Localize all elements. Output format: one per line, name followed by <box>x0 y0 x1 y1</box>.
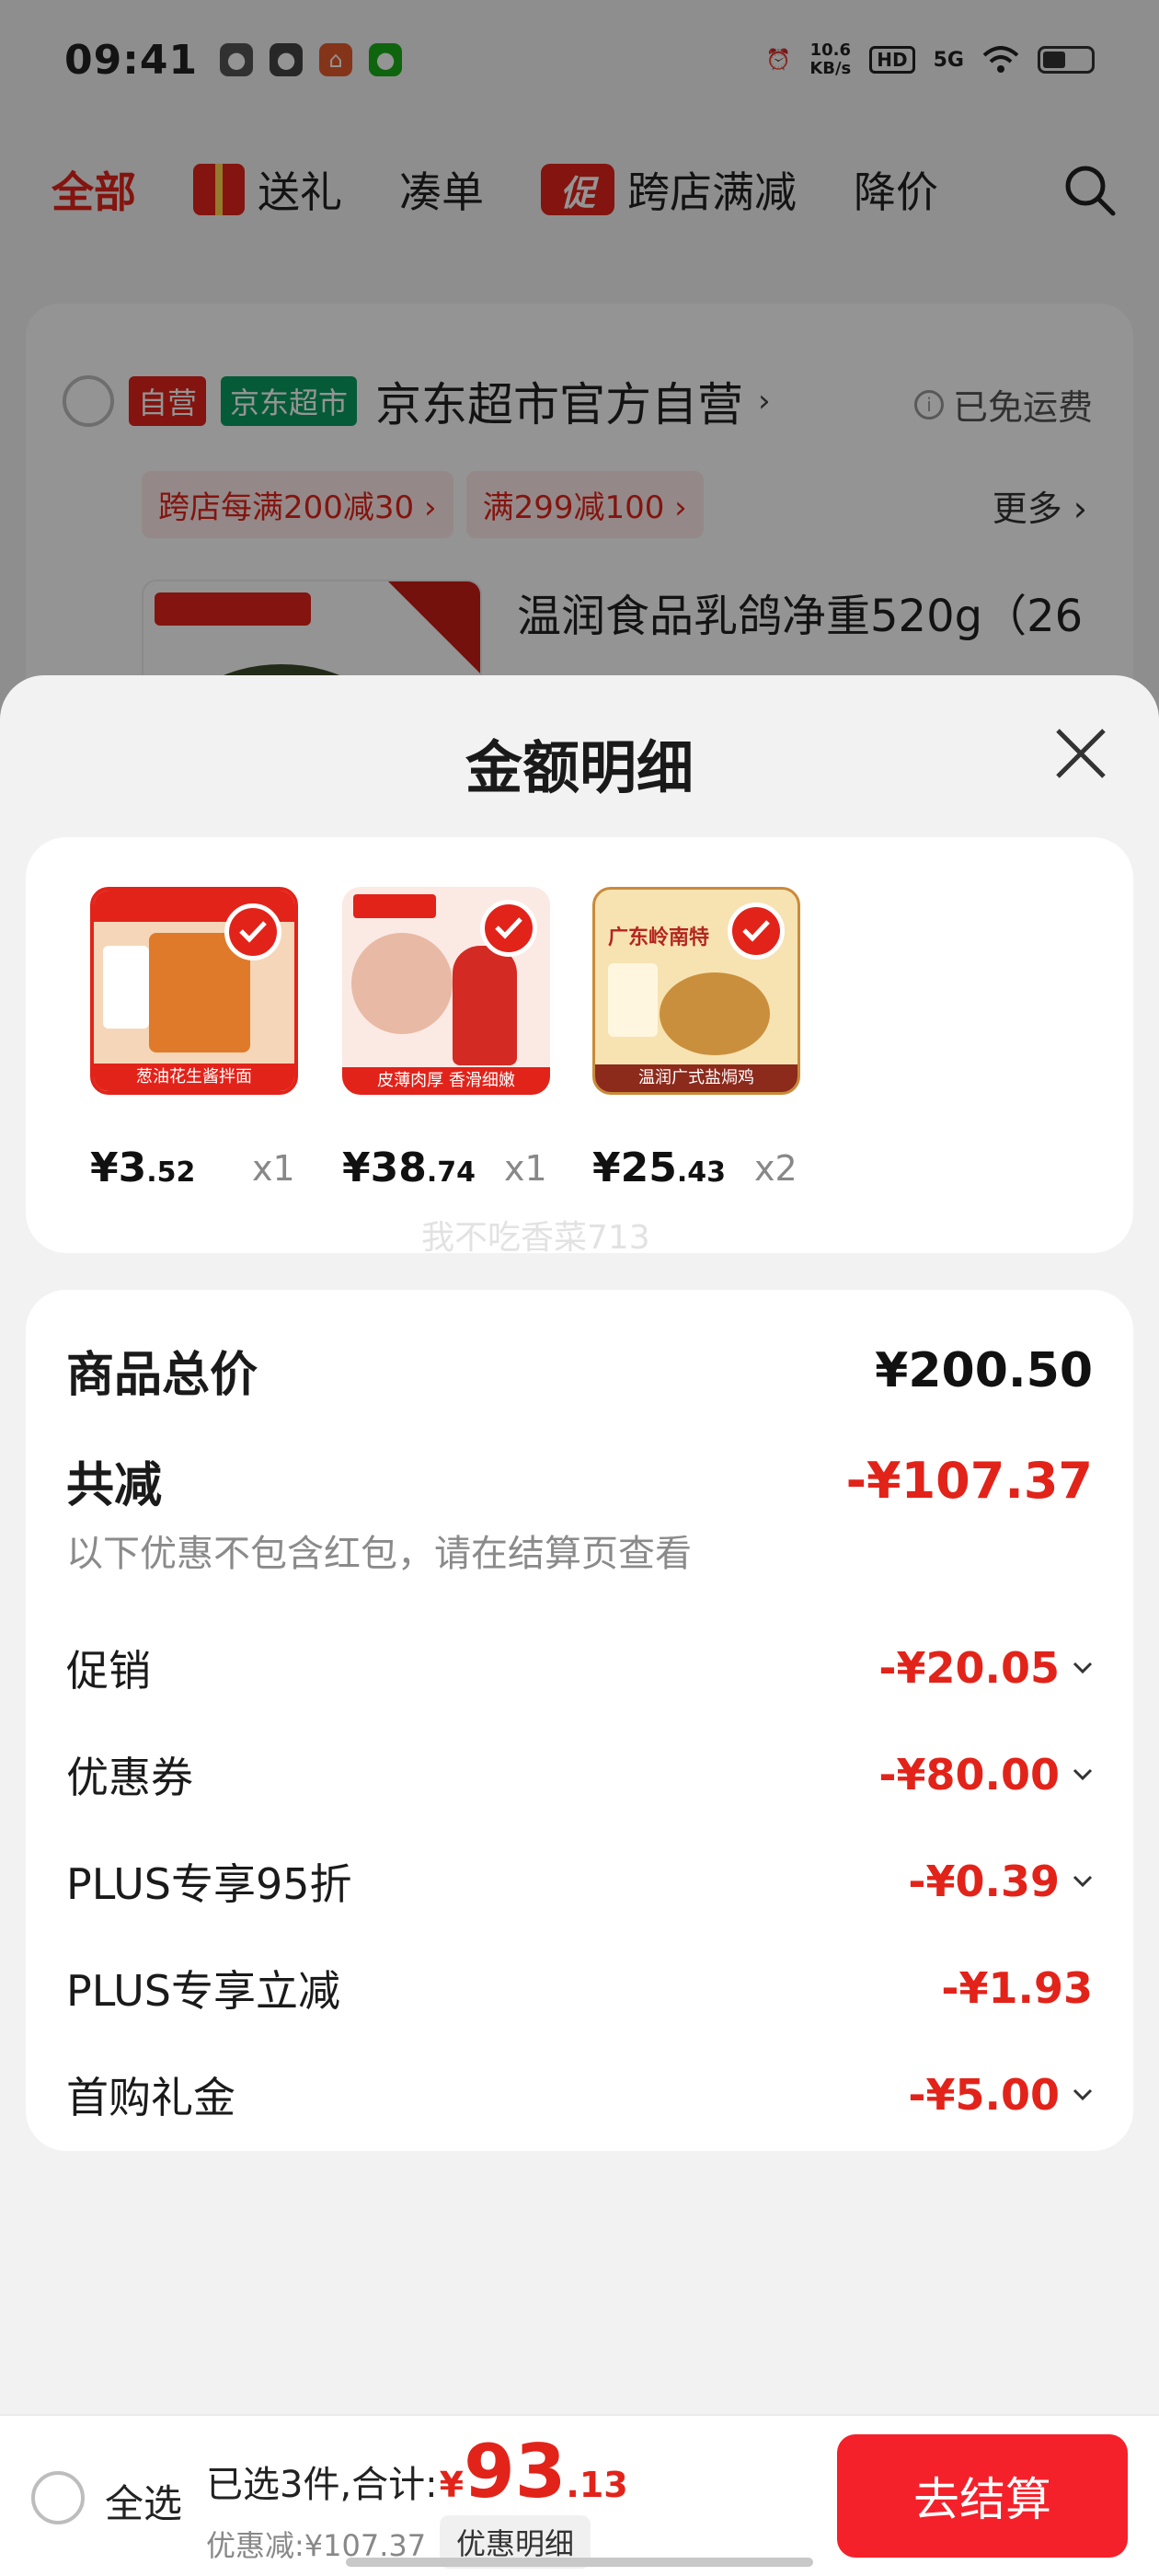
reduction-note: 以下优惠不包含红包，请在结算页查看 <box>66 1533 692 1575</box>
checked-icon <box>224 903 281 960</box>
discount-row-coupon[interactable]: 优惠券 -¥80.00 <box>66 1744 1093 1805</box>
discount-value: -¥80.00 <box>878 1750 1093 1800</box>
discount-row-first-purchase[interactable]: 首购礼金 -¥5.00 <box>66 2064 1093 2125</box>
product-item[interactable]: 葱油花生酱拌面 ¥3.52 x1 <box>90 887 339 1191</box>
total-reduction-value: -¥107.37 <box>845 1452 1093 1510</box>
pigeon-image <box>351 933 453 1034</box>
discount-amount: -¥1.93 <box>941 1963 1093 2013</box>
discount-label: 首购礼金 <box>66 2073 235 2122</box>
price-dec: .74 <box>426 1156 476 1189</box>
goods-total-value: ¥200.50 <box>875 1342 1093 1398</box>
chevron-down-icon <box>1073 1662 1093 1674</box>
price-int: ¥3 <box>90 1144 147 1191</box>
watermark: 我不吃香菜713 <box>421 1219 650 1257</box>
price-int: ¥38 <box>342 1144 427 1191</box>
discount-amount: -¥20.05 <box>878 1643 1060 1693</box>
price-dec: .52 <box>146 1156 196 1189</box>
label-panel <box>103 946 149 1029</box>
selected-count-text: 已选3件,合计: <box>206 2464 438 2506</box>
image-caption: 葱油花生酱拌面 <box>94 1064 294 1091</box>
price-dec: .43 <box>676 1156 727 1189</box>
selected-products: 葱油花生酱拌面 ¥3.52 x1 皮薄肉厚 香滑细嫩 ¥38.74 x1 广东岭… <box>26 837 1133 1253</box>
select-all-radio[interactable] <box>31 2471 85 2524</box>
brand-logo <box>353 894 436 918</box>
product-qty: x2 <box>754 1148 798 1189</box>
price-int: ¥25 <box>592 1144 677 1191</box>
checkout-bar: 全选 已选3件,合计: ¥ 93 .13 优惠减:¥107.37 优惠明细 去结… <box>0 2414 1159 2576</box>
sheet-title: 金额明细 <box>465 734 694 801</box>
discount-label: 优惠券 <box>66 1753 193 1802</box>
discount-label: PLUS专享立减 <box>66 1966 340 2016</box>
checked-icon <box>480 900 537 957</box>
goods-total-row: 商品总价 ¥200.50 <box>66 1336 1093 1405</box>
amount-breakdown: 商品总价 ¥200.50 共减 -¥107.37 以下优惠不包含红包，请在结算页… <box>26 1290 1133 2151</box>
selected-total: 已选3件,合计: ¥ 93 .13 <box>206 2429 628 2514</box>
select-all-label[interactable]: 全选 <box>105 2473 182 2529</box>
product-qty: x1 <box>504 1148 547 1189</box>
discount-value: -¥5.00 <box>908 2070 1093 2120</box>
discount-value: -¥0.39 <box>908 1857 1093 1906</box>
close-icon[interactable] <box>1049 721 1113 786</box>
discount-value: -¥1.93 <box>941 1963 1093 2013</box>
discount-row-plus-95[interactable]: PLUS专享95折 -¥0.39 <box>66 1851 1093 1912</box>
home-indicator[interactable] <box>346 2558 813 2567</box>
total-int: 93 <box>464 2429 567 2514</box>
checked-icon <box>728 903 785 960</box>
total-currency: ¥ <box>439 2465 465 2505</box>
total-reduction-label: 共减 <box>66 1458 163 1513</box>
product-item[interactable]: 广东岭南特 温润广式盐焗鸡 ¥25.43 x2 <box>592 887 841 1191</box>
product-price: ¥3.52 <box>90 1144 195 1191</box>
discount-value: -¥20.05 <box>878 1643 1093 1693</box>
discount-amount: -¥5.00 <box>908 2070 1060 2120</box>
image-caption: 温润广式盐焗鸡 <box>595 1064 798 1092</box>
amount-detail-sheet: 金额明细 葱油花生酱拌面 ¥3.52 x1 皮薄肉厚 香滑细嫩 ¥38.74 x… <box>0 675 1159 2576</box>
product-qty: x1 <box>252 1148 295 1189</box>
image-caption: 皮薄肉厚 香滑细嫩 <box>342 1067 550 1095</box>
product-price: ¥25.43 <box>592 1144 726 1191</box>
label-panel <box>608 963 658 1037</box>
checkout-button[interactable]: 去结算 <box>837 2434 1128 2558</box>
total-dec: .13 <box>566 2465 628 2505</box>
discount-row-plus-instant: PLUS专享立减 -¥1.93 <box>66 1958 1093 2018</box>
chevron-down-icon <box>1073 2088 1093 2101</box>
total-reduction-row: 共减 -¥107.37 <box>66 1446 1093 1515</box>
discount-row-promotion[interactable]: 促销 -¥20.05 <box>66 1638 1093 1698</box>
goods-total-label: 商品总价 <box>66 1348 258 1403</box>
chevron-down-icon <box>1073 1768 1093 1781</box>
discount-amount: -¥0.39 <box>908 1857 1060 1906</box>
product-image: 葱油花生酱拌面 <box>90 887 298 1095</box>
product-image: 广东岭南特 温润广式盐焗鸡 <box>592 887 800 1095</box>
chevron-down-icon <box>1073 1875 1093 1888</box>
chicken-image <box>660 972 770 1055</box>
product-image: 皮薄肉厚 香滑细嫩 <box>342 887 550 1095</box>
spokesperson-image <box>453 946 517 1065</box>
discount-amount: -¥80.00 <box>878 1750 1060 1800</box>
product-item[interactable]: 皮薄肉厚 香滑细嫩 ¥38.74 x1 <box>342 887 591 1191</box>
product-price: ¥38.74 <box>342 1144 476 1191</box>
discount-label: PLUS专享95折 <box>66 1859 352 1909</box>
discount-label: 促销 <box>66 1646 151 1696</box>
